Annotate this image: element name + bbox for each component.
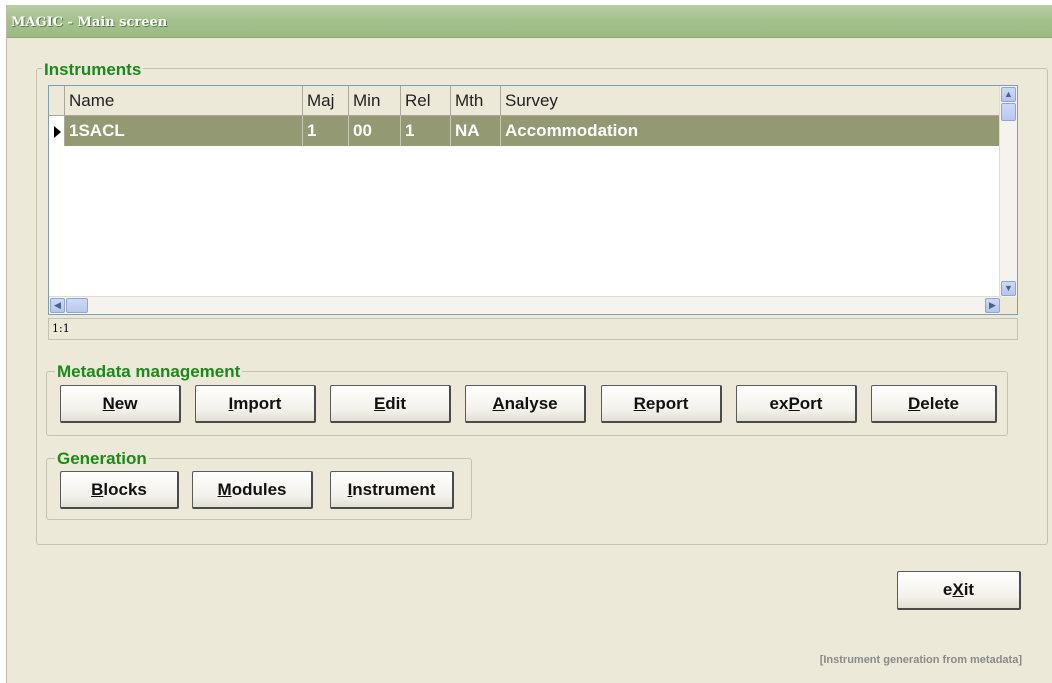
column-header-maj[interactable]: Maj (303, 86, 349, 115)
new-button[interactable]: New (60, 385, 181, 423)
column-header-min[interactable]: Min (349, 86, 401, 115)
instrument-button[interactable]: Instrument (330, 471, 454, 509)
cell-maj[interactable]: 1 (303, 116, 349, 146)
row-indicator[interactable] (49, 116, 65, 146)
modules-button[interactable]: Modules (192, 471, 313, 509)
column-header-mth[interactable]: Mth (451, 86, 501, 115)
delete-button[interactable]: Delete (871, 385, 997, 423)
grid-header: Name Maj Min Rel Mth Survey (49, 86, 1001, 116)
column-header-name[interactable]: Name (65, 86, 303, 115)
vertical-scroll-thumb[interactable] (1001, 103, 1016, 121)
instruments-grid[interactable]: Name Maj Min Rel Mth Survey 1SACL 1 00 1… (48, 85, 1018, 315)
scroll-left-icon[interactable]: ◀ (50, 298, 65, 313)
cell-name[interactable]: 1SACL (65, 116, 303, 146)
horizontal-scrollbar[interactable]: ◀ ▶ (49, 296, 1001, 314)
cell-mth[interactable]: NA (451, 116, 501, 146)
cell-survey[interactable]: Accommodation (501, 116, 1001, 146)
table-row[interactable]: 1SACL 1 00 1 NA Accommodation (49, 116, 1001, 146)
cell-rel[interactable]: 1 (401, 116, 451, 146)
blocks-button[interactable]: Blocks (60, 471, 179, 509)
metadata-management-legend: Metadata management (55, 362, 243, 381)
edit-button[interactable]: Edit (330, 385, 451, 423)
report-button[interactable]: Report (601, 385, 722, 423)
column-header-survey[interactable]: Survey (501, 86, 1001, 115)
analyse-button[interactable]: Analyse (465, 385, 586, 423)
header-indicator (49, 86, 65, 115)
title-bar[interactable]: MAGIC - Main screen (7, 5, 1052, 38)
horizontal-scroll-thumb[interactable] (66, 298, 88, 313)
window-title: MAGIC - Main screen (11, 15, 168, 30)
scroll-right-icon[interactable]: ▶ (985, 298, 1000, 313)
row-pointer-icon (54, 126, 61, 138)
export-button[interactable]: exPort (736, 385, 857, 423)
record-position: 1:1 (52, 322, 70, 335)
instruments-legend: Instruments (42, 60, 144, 79)
scroll-down-icon[interactable]: ▼ (1001, 281, 1016, 296)
exit-button[interactable]: eXit (897, 571, 1021, 610)
column-header-rel[interactable]: Rel (401, 86, 451, 115)
grid-status-bar: 1:1 (48, 318, 1018, 340)
scroll-up-icon[interactable]: ▲ (1001, 87, 1016, 102)
scrollbar-corner (1000, 297, 1017, 314)
vertical-scrollbar[interactable]: ▲ ▼ (999, 86, 1017, 297)
generation-legend: Generation (55, 449, 149, 468)
footer-note: [Instrument generation from metadata] (819, 654, 1022, 666)
cell-min[interactable]: 00 (349, 116, 401, 146)
import-button[interactable]: Import (195, 385, 316, 423)
